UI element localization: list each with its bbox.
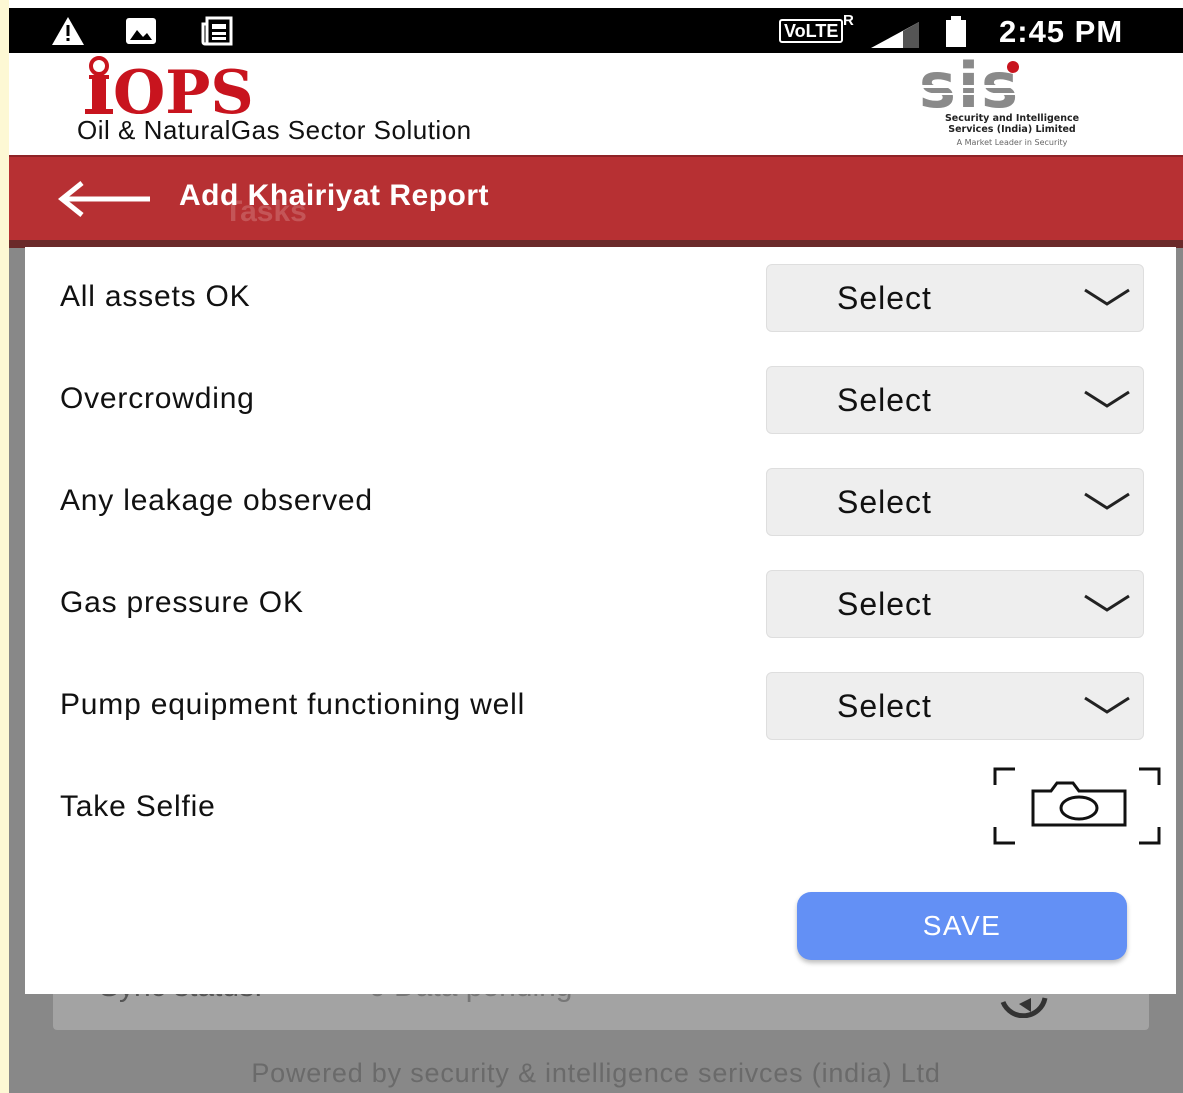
field-label-all-assets: All assets OK xyxy=(60,280,251,313)
field-label-leakage: Any leakage observed xyxy=(60,484,373,517)
svg-text:Security and Intelligence: Security and Intelligence xyxy=(945,113,1079,124)
all-assets-select[interactable]: Select xyxy=(766,264,1144,332)
chevron-down-icon xyxy=(1084,696,1130,714)
select-value: Select xyxy=(837,484,932,520)
title-bar: Tasks Add Khairiyat Report xyxy=(9,155,1183,240)
svg-text:A Market Leader in Security: A Market Leader in Security xyxy=(957,138,1068,147)
select-value: Select xyxy=(837,280,932,316)
svg-text:Services (India) Limited: Services (India) Limited xyxy=(948,124,1075,135)
field-label-pump-equipment: Pump equipment functioning well xyxy=(60,688,526,721)
status-bar: VoLTE R 2:45 PM xyxy=(9,8,1183,53)
footer-text: Powered by security & intelligence seriv… xyxy=(251,1058,941,1088)
chevron-down-icon xyxy=(1084,390,1130,408)
brand-tagline: Oil & NaturalGas Sector Solution xyxy=(77,115,472,145)
chevron-down-icon xyxy=(1084,594,1130,612)
take-selfie-label: Take Selfie xyxy=(60,790,216,823)
pump-equipment-select[interactable]: Select xyxy=(766,672,1144,740)
select-value: Select xyxy=(837,688,932,724)
iops-logo: OPS xyxy=(85,56,254,117)
form-row-all-assets: All assets OK Select xyxy=(25,264,1176,334)
select-value: Select xyxy=(837,382,932,418)
page-title: Add Khairiyat Report xyxy=(179,179,490,212)
arrow-left-icon[interactable] xyxy=(54,179,154,224)
form-row-pump-equipment: Pump equipment functioning well Select xyxy=(25,672,1176,742)
clock: 2:45 PM xyxy=(999,14,1124,49)
volte-indicator: VoLTE xyxy=(779,19,844,43)
select-value: Select xyxy=(837,586,932,622)
form-row-overcrowding: Overcrowding Select xyxy=(25,366,1176,436)
news-icon xyxy=(201,16,235,51)
image-icon xyxy=(124,16,158,51)
leakage-select[interactable]: Select xyxy=(766,468,1144,536)
form-row-gas-pressure: Gas pressure OK Select xyxy=(25,570,1176,640)
field-label-gas-pressure: Gas pressure OK xyxy=(60,586,304,619)
battery-icon xyxy=(944,16,968,53)
save-button[interactable]: SAVE xyxy=(797,892,1127,960)
camera-icon[interactable] xyxy=(993,767,1163,852)
gas-pressure-select[interactable]: Select xyxy=(766,570,1144,638)
signal-icon xyxy=(869,20,921,55)
overcrowding-select[interactable]: Select xyxy=(766,366,1144,434)
khairiyat-report-dialog: All assets OK Select Overcrowding Select… xyxy=(25,247,1176,994)
phone-screen: VoLTE R 2:45 PM OPS Oil & NaturalGas Sec… xyxy=(9,0,1183,1093)
svg-text:OPS: OPS xyxy=(113,58,254,117)
field-label-overcrowding: Overcrowding xyxy=(60,382,255,415)
chevron-down-icon xyxy=(1084,288,1130,306)
roaming-indicator: R xyxy=(843,12,854,29)
brand-header: OPS Oil & NaturalGas Sector Solution sis… xyxy=(9,53,1183,155)
sis-logo: sis Security and Intelligence Services (… xyxy=(917,59,1107,147)
warning-icon xyxy=(51,16,85,51)
form-row-leakage: Any leakage observed Select xyxy=(25,468,1176,538)
chevron-down-icon xyxy=(1084,492,1130,510)
